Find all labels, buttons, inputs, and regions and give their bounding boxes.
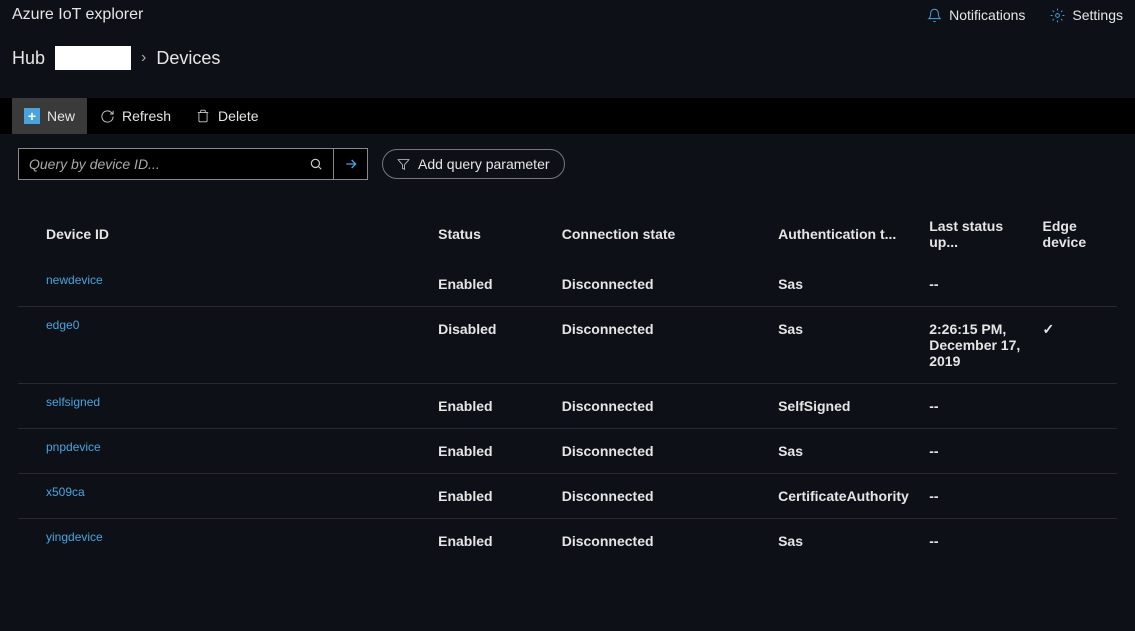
auth-cell: Sas <box>770 307 921 384</box>
device-link[interactable]: x509ca <box>46 485 85 499</box>
trash-icon <box>195 108 211 124</box>
header: Azure IoT explorer Notifications Setting… <box>0 0 1135 30</box>
device-link[interactable]: selfsigned <box>46 395 100 409</box>
last-update-cell: 2:26:15 PM, December 17, 2019 <box>921 307 1034 384</box>
device-id-cell: pnpdevice <box>18 429 430 474</box>
edge-cell <box>1035 519 1117 564</box>
submit-query-button[interactable] <box>333 149 367 179</box>
hub-label: Hub <box>12 48 45 69</box>
edge-cell: ✓ <box>1035 307 1117 384</box>
last-update-cell: -- <box>921 429 1034 474</box>
search-button[interactable] <box>299 149 333 179</box>
device-id-cell: x509ca <box>18 474 430 519</box>
col-last-update[interactable]: Last status up... <box>921 194 1034 262</box>
breadcrumb: Hub › Devices <box>0 30 1135 98</box>
breadcrumb-devices: Devices <box>156 48 220 69</box>
edge-cell <box>1035 429 1117 474</box>
chevron-right-icon: › <box>141 49 146 67</box>
toolbar: + New Refresh Delete <box>0 98 1135 134</box>
search-icon <box>309 157 323 171</box>
table-row: pnpdevice EnabledDisconnectedSas-- <box>18 429 1117 474</box>
filter-icon <box>397 158 410 171</box>
status-cell: Enabled <box>430 262 554 307</box>
arrow-right-icon <box>343 156 359 172</box>
col-device-id[interactable]: Device ID <box>18 194 430 262</box>
connection-cell: Disconnected <box>554 429 770 474</box>
refresh-label: Refresh <box>122 108 171 124</box>
devices-table: Device ID Status Connection state Authen… <box>18 194 1117 563</box>
device-id-cell: edge0 <box>18 307 430 384</box>
delete-label: Delete <box>218 108 258 124</box>
status-cell: Enabled <box>430 474 554 519</box>
edge-cell <box>1035 384 1117 429</box>
hub-name-redacted <box>55 46 131 70</box>
edge-cell <box>1035 262 1117 307</box>
col-auth-type[interactable]: Authentication t... <box>770 194 921 262</box>
connection-cell: Disconnected <box>554 262 770 307</box>
table-row: newdevice EnabledDisconnectedSas-- <box>18 262 1117 307</box>
refresh-button[interactable]: Refresh <box>87 98 183 134</box>
connection-cell: Disconnected <box>554 474 770 519</box>
settings-button[interactable]: Settings <box>1049 7 1123 23</box>
new-label: New <box>47 108 75 124</box>
search-input[interactable] <box>19 149 299 179</box>
connection-cell: Disconnected <box>554 384 770 429</box>
devices-table-wrap: Device ID Status Connection state Authen… <box>0 194 1135 563</box>
new-button[interactable]: + New <box>12 98 87 134</box>
last-update-cell: -- <box>921 384 1034 429</box>
table-row: x509ca EnabledDisconnectedCertificateAuth… <box>18 474 1117 519</box>
connection-cell: Disconnected <box>554 519 770 564</box>
device-link[interactable]: edge0 <box>46 318 79 332</box>
col-connection-state[interactable]: Connection state <box>554 194 770 262</box>
add-query-parameter-label: Add query parameter <box>418 156 550 172</box>
status-cell: Enabled <box>430 519 554 564</box>
app-title: Azure IoT explorer <box>12 6 143 24</box>
edge-cell <box>1035 474 1117 519</box>
query-row: Add query parameter <box>0 134 1135 194</box>
delete-button[interactable]: Delete <box>183 98 270 134</box>
col-edge-device[interactable]: Edge device <box>1035 194 1117 262</box>
settings-label: Settings <box>1072 7 1123 23</box>
search-wrap <box>18 148 368 180</box>
table-row: edge0 DisabledDisconnectedSas2:26:15 PM, … <box>18 307 1117 384</box>
status-cell: Enabled <box>430 429 554 474</box>
connection-cell: Disconnected <box>554 307 770 384</box>
last-update-cell: -- <box>921 474 1034 519</box>
auth-cell: Sas <box>770 519 921 564</box>
refresh-icon <box>99 108 115 124</box>
col-status[interactable]: Status <box>430 194 554 262</box>
notifications-button[interactable]: Notifications <box>926 7 1025 23</box>
last-update-cell: -- <box>921 262 1034 307</box>
auth-cell: Sas <box>770 429 921 474</box>
bell-icon <box>926 7 942 23</box>
status-cell: Disabled <box>430 307 554 384</box>
header-actions: Notifications Settings <box>926 7 1123 23</box>
add-query-parameter-button[interactable]: Add query parameter <box>382 149 565 179</box>
device-link[interactable]: yingdevice <box>46 530 103 544</box>
device-id-cell: newdevice <box>18 262 430 307</box>
table-row: selfsigned EnabledDisconnectedSelfSigned-… <box>18 384 1117 429</box>
gear-icon <box>1049 7 1065 23</box>
notifications-label: Notifications <box>949 7 1025 23</box>
check-icon: ✓ <box>1043 321 1055 337</box>
status-cell: Enabled <box>430 384 554 429</box>
auth-cell: Sas <box>770 262 921 307</box>
plus-icon: + <box>24 108 40 124</box>
auth-cell: SelfSigned <box>770 384 921 429</box>
auth-cell: CertificateAuthority <box>770 474 921 519</box>
device-id-cell: yingdevice <box>18 519 430 564</box>
device-link[interactable]: pnpdevice <box>46 440 101 454</box>
table-row: yingdevice EnabledDisconnectedSas-- <box>18 519 1117 564</box>
device-id-cell: selfsigned <box>18 384 430 429</box>
last-update-cell: -- <box>921 519 1034 564</box>
device-link[interactable]: newdevice <box>46 273 103 287</box>
